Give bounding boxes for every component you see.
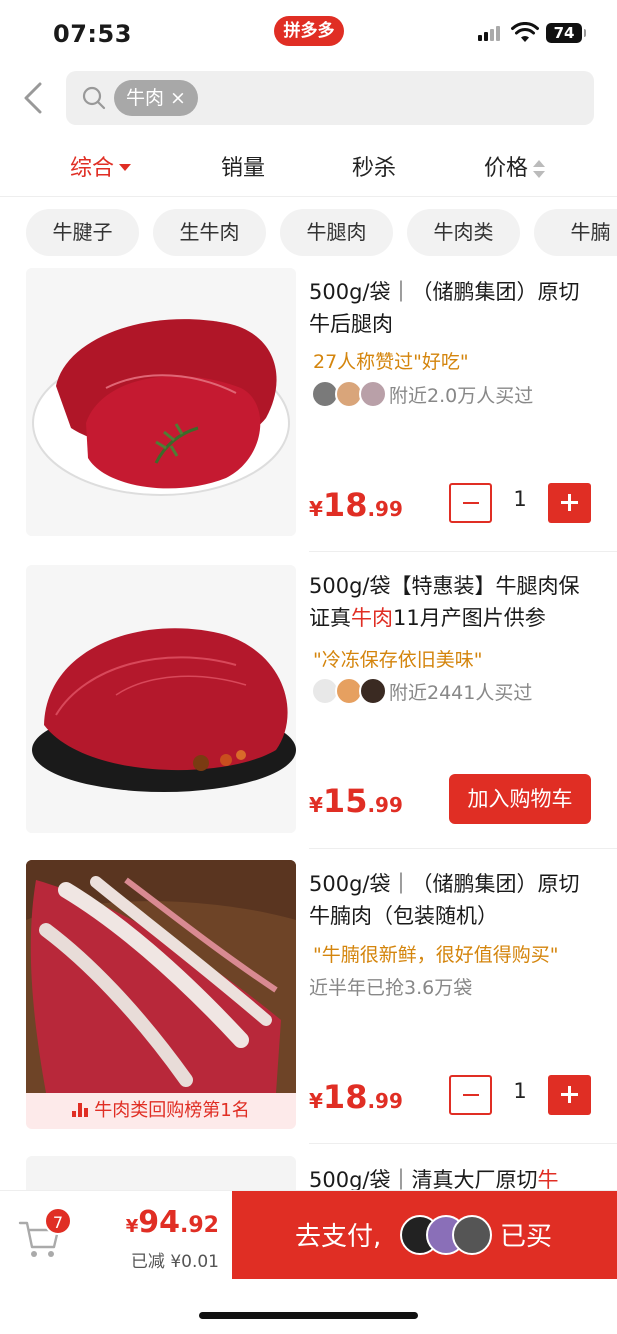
price-dec: .99 [367,793,403,817]
total-dec: .92 [180,1213,219,1238]
price-dec: .99 [367,1089,403,1113]
price-currency: ¥ [309,497,323,521]
product-price: ¥15.99 [309,782,403,820]
tab-flash-sale[interactable]: 秒杀 [352,150,396,182]
buyers-text: 附近2.0万人买过 [389,385,534,407]
tab-sales[interactable]: 销量 [221,150,265,182]
avatar [359,380,387,408]
price-int: 18 [322,1078,368,1116]
discount-text: 已减 ¥0.01 [130,1252,219,1272]
home-indicator[interactable] [199,1312,418,1319]
tab-label: 综合 [70,156,115,181]
total-int: 94 [138,1205,181,1240]
price-int: 15 [322,782,368,820]
battery-level: 74 [553,24,575,42]
quantity-stepper: 1 [449,483,591,523]
product-title[interactable]: 500g/袋｜（储鹏集团）原切牛后腿肉 [309,276,599,340]
cart-count-badge: 7 [44,1207,72,1235]
rank-badge[interactable]: 牛肉类回购榜第1名 [26,1093,296,1129]
buyer-avatars [400,1215,492,1255]
tab-label: 销量 [221,156,266,181]
product-title-text: 11月产图片供参 [393,606,546,630]
filter-chips: 牛腱子 生牛肉 牛腿肉 牛肉类 牛腩 [26,209,617,257]
sort-tabs: 综合 销量 秒杀 价格 [0,140,617,190]
price-currency: ¥ [309,1089,323,1113]
pay-label: 去支付, [295,1222,382,1252]
filter-chip[interactable]: 牛腱子 [26,209,139,256]
product-title-text: 500g/袋｜清真大厂原切 [309,1168,538,1192]
back-icon[interactable] [18,82,50,114]
avatar [359,677,387,705]
quantity-stepper: 1 [449,1075,591,1115]
caret-down-icon [119,164,132,171]
status-bar: 07:53 拼多多 74 [0,0,617,66]
product-title-highlight: 牛 [537,1168,559,1192]
total-currency: ¥ [125,1216,139,1237]
signal-icon [478,25,502,41]
product-image[interactable] [26,1156,296,1190]
filter-chip[interactable]: 牛腿肉 [280,209,393,256]
minus-button[interactable] [449,1075,492,1115]
price-int: 18 [322,486,368,524]
price-dec: .99 [367,497,403,521]
filter-chip[interactable]: 生牛肉 [153,209,266,256]
pay-button[interactable]: 去支付, 已买 [232,1191,617,1279]
product-price: ¥18.99 [309,1078,403,1116]
plus-button[interactable] [548,1075,591,1115]
price-currency: ¥ [309,793,323,817]
rank-text: 牛肉类回购榜第1名 [94,1100,250,1121]
chart-bar-icon [72,1102,89,1117]
quantity-value[interactable]: 1 [497,487,543,511]
app-badge: 拼多多 [274,16,344,46]
total-price: ¥94.92 [126,1205,219,1240]
minus-button[interactable] [449,483,492,523]
product-title[interactable]: 500g/袋｜（储鹏集团）原切牛腩肉（包装随机） [309,868,599,932]
product-title[interactable]: 500g/袋【特惠装】牛腿肉保证真牛肉11月产图片供参 [309,570,599,634]
divider [309,848,617,849]
search-icon [82,86,106,110]
product-quote: 27人称赞过"好吃" [313,351,469,373]
tab-label: 秒杀 [352,156,397,181]
tab-price[interactable]: 价格 [484,150,546,182]
divider [309,551,617,552]
product-quote: "牛腩很新鲜，很好值得购买" [313,944,559,966]
search-input[interactable]: 牛肉 × [66,71,594,125]
plus-button[interactable] [548,483,591,523]
quantity-value[interactable]: 1 [497,1079,543,1103]
status-time: 07:53 [53,20,132,48]
add-to-cart-button[interactable]: 加入购物车 [449,774,591,824]
divider [0,196,617,197]
tab-label: 价格 [484,156,529,181]
filter-chip[interactable]: 牛腩 [534,209,617,256]
product-image[interactable] [26,565,296,833]
wifi-icon [511,22,539,42]
product-quote: "冷冻保存依旧美味" [313,649,483,671]
product-title-highlight: 牛肉 [351,606,393,630]
buyers-text: 附近2441人买过 [389,682,533,704]
search-query-chip[interactable]: 牛肉 × [114,80,198,116]
product-image[interactable] [26,860,296,1093]
product-image[interactable] [26,268,296,536]
pay-suffix: 已买 [500,1222,553,1252]
product-price: ¥18.99 [309,486,403,524]
divider [309,1143,617,1144]
battery-icon: 74 [546,23,586,43]
filter-chip[interactable]: 牛肉类 [407,209,520,256]
sort-arrows-icon [533,160,546,178]
tab-comprehensive[interactable]: 综合 [70,150,132,182]
sold-count: 近半年已抢3.6万袋 [309,977,473,999]
avatar [452,1215,492,1255]
